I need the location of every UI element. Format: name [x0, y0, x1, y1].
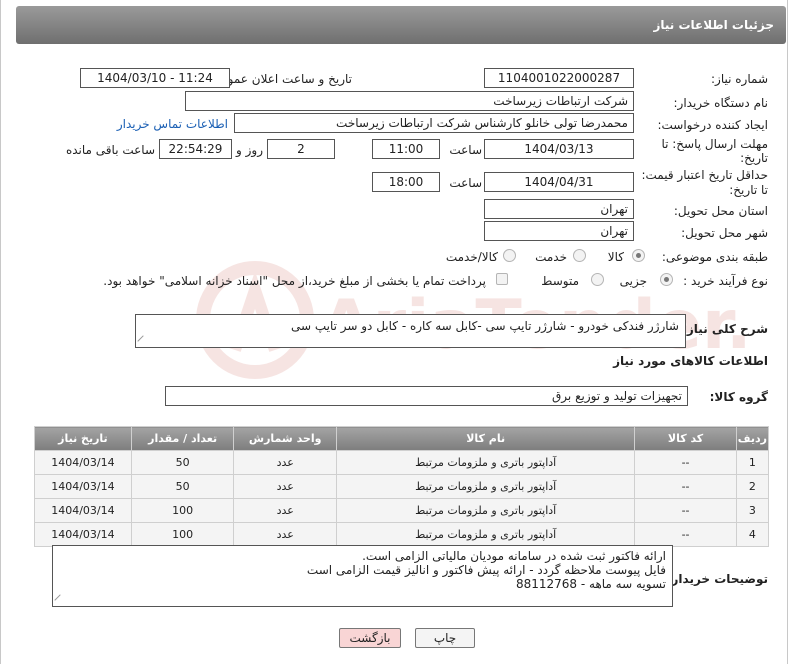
validity-label-2: تا تاریخ: [729, 183, 768, 197]
need-date: 1404/03/14 [34, 450, 132, 475]
process-option-minor: جزیی [619, 274, 647, 288]
category-label: طبقه بندی موضوعی: [661, 250, 768, 264]
description-label: شرح کلی نیاز: [682, 322, 768, 336]
col-header-name: نام کالا [335, 426, 636, 451]
validity-date-field[interactable]: 1404/04/31 [484, 172, 634, 192]
category-option-goods: کالا [607, 250, 624, 264]
category-radio-goods[interactable] [632, 249, 645, 262]
quantity: 50 [130, 450, 235, 475]
quantity: 100 [130, 522, 235, 547]
description-textarea[interactable]: شارژر فندکی خودرو - شارژر تایپ سی -کابل … [135, 314, 686, 348]
process-radio-medium[interactable] [591, 273, 604, 286]
col-header-row: ردیف [735, 426, 770, 451]
quantity: 100 [130, 498, 235, 523]
goods-name: آداپتور باتری و ملزومات مرتبط [335, 474, 636, 499]
unit: عدد [233, 474, 337, 499]
need-date: 1404/03/14 [34, 522, 132, 547]
col-header-code: کد کالا [634, 426, 737, 451]
back-button[interactable]: بازگشت [339, 628, 401, 648]
deadline-label-1: مهلت ارسال پاسخ: تا [661, 137, 768, 151]
table-row[interactable]: 4 -- آداپتور باتری و ملزومات مرتبط عدد 1… [34, 522, 770, 547]
goods-code: -- [634, 498, 737, 523]
goods-table: ردیف کد کالا نام کالا واحد شمارش تعداد /… [34, 426, 770, 547]
unit: عدد [233, 522, 337, 547]
requester-field[interactable]: محمدرضا تولی خانلو کارشناس شرکت ارتباطات… [234, 113, 634, 133]
table-row[interactable]: 2 -- آداپتور باتری و ملزومات مرتبط عدد 5… [34, 474, 770, 499]
category-radio-goods-service[interactable] [503, 249, 516, 262]
category-option-goods-service: کالا/خدمت [445, 250, 498, 264]
process-radio-minor[interactable] [660, 273, 673, 286]
city-field[interactable]: تهران [484, 221, 634, 241]
quantity: 50 [130, 474, 235, 499]
deadline-time-field[interactable]: 11:00 [372, 139, 440, 159]
panel-header: جزئیات اطلاعات نیاز [16, 6, 786, 44]
row-number: 1 [735, 450, 770, 475]
need-number-label: شماره نیاز: [711, 72, 768, 86]
goods-group-field[interactable]: تجهیزات تولید و توزیع برق [165, 386, 688, 406]
remaining-label: ساعت باقی مانده [65, 143, 155, 157]
goods-code: -- [634, 450, 737, 475]
category-radio-service[interactable] [573, 249, 586, 262]
col-header-date: تاریخ نیاز [34, 426, 132, 451]
unit: عدد [233, 498, 337, 523]
table-row[interactable]: 3 -- آداپتور باتری و ملزومات مرتبط عدد 1… [34, 498, 770, 523]
days-label: روز و [236, 143, 263, 157]
description-text: شارژر فندکی خودرو - شارژر تایپ سی -کابل … [290, 319, 679, 333]
goods-name: آداپتور باتری و ملزومات مرتبط [335, 450, 636, 475]
deadline-time-label: ساعت [449, 143, 482, 157]
process-label: نوع فرآیند خرید : [683, 274, 768, 288]
table-row[interactable]: 1 -- آداپتور باتری و ملزومات مرتبط عدد 5… [34, 450, 770, 475]
unit: عدد [233, 450, 337, 475]
goods-group-label: گروه کالا: [709, 390, 768, 404]
buyer-notes-textarea[interactable]: ارائه فاکتور ثبت شده در سامانه مودیان ما… [52, 545, 673, 607]
buyer-org-label: نام دستگاه خریدار: [673, 96, 769, 110]
treasury-payment-checkbox[interactable] [496, 273, 508, 285]
resize-handle-icon[interactable] [137, 335, 149, 347]
row-number: 2 [735, 474, 770, 499]
buyer-org-field[interactable]: شرکت ارتباطات زیرساخت [185, 91, 634, 111]
buyer-notes-label: توضیحات خریدار: [666, 572, 768, 586]
goods-name: آداپتور باتری و ملزومات مرتبط [335, 498, 636, 523]
row-number: 4 [735, 522, 770, 547]
need-number-field[interactable]: 1104001022000287 [484, 68, 634, 88]
validity-label-1: حداقل تاریخ اعتبار قیمت: [641, 168, 768, 182]
resize-handle-icon[interactable] [54, 594, 66, 606]
deadline-label-2: تاریخ: [740, 151, 768, 165]
days-field[interactable]: 2 [267, 139, 335, 159]
remaining-time-field[interactable]: 22:54:29 [159, 139, 232, 159]
row-number: 3 [735, 498, 770, 523]
buyer-notes-line: فایل پیوست ملاحظه گردد - ارائه پیش فاکتو… [306, 563, 666, 577]
announce-field[interactable]: 1404/03/10 - 11:24 [80, 68, 230, 88]
requester-label: ایجاد کننده درخواست: [657, 118, 768, 132]
process-option-medium: متوسط [541, 274, 579, 288]
province-field[interactable]: تهران [484, 199, 634, 219]
category-option-service: خدمت [535, 250, 567, 264]
contact-info-link[interactable]: اطلاعات تماس خریدار [117, 117, 228, 131]
city-label: شهر محل تحویل: [681, 226, 768, 240]
buyer-notes-line: تسویه سه ماهه - 88112768 [515, 577, 666, 591]
validity-time-label: ساعت [449, 176, 482, 190]
need-date: 1404/03/14 [34, 498, 132, 523]
goods-info-title: اطلاعات کالاهای مورد نیاز [613, 354, 768, 368]
need-date: 1404/03/14 [34, 474, 132, 499]
goods-table-header: ردیف کد کالا نام کالا واحد شمارش تعداد /… [34, 426, 770, 451]
buyer-notes-line: ارائه فاکتور ثبت شده در سامانه مودیان ما… [362, 549, 666, 563]
goods-name: آداپتور باتری و ملزومات مرتبط [335, 522, 636, 547]
print-button[interactable]: چاپ [415, 628, 475, 648]
goods-code: -- [634, 522, 737, 547]
treasury-payment-note: پرداخت تمام یا بخشی از مبلغ خرید،از محل … [103, 274, 486, 288]
province-label: استان محل تحویل: [673, 204, 768, 218]
col-header-unit: واحد شمارش [233, 426, 337, 451]
goods-code: -- [634, 474, 737, 499]
validity-time-field[interactable]: 18:00 [372, 172, 440, 192]
col-header-qty: تعداد / مقدار [130, 426, 235, 451]
deadline-date-field[interactable]: 1404/03/13 [484, 139, 634, 159]
